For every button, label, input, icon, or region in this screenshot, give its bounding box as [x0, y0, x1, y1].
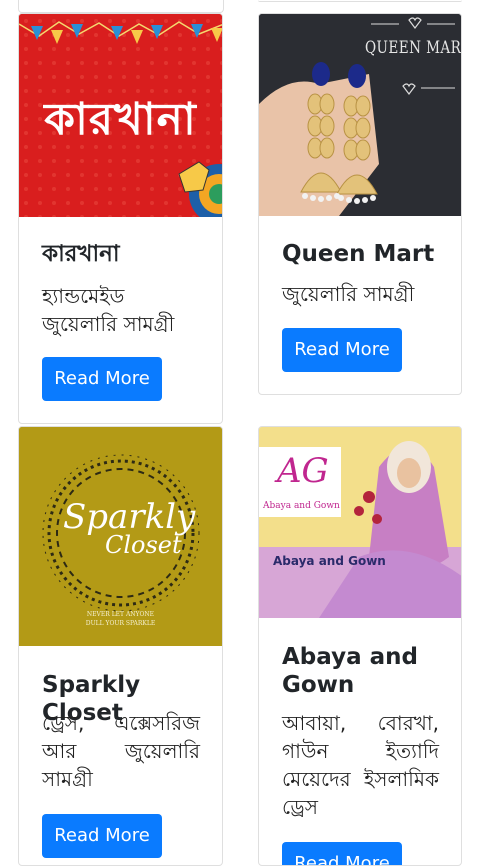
read-more-button[interactable]: Read More [282, 328, 402, 372]
karkhana-image[interactable]: কারখানা [19, 14, 222, 217]
shop-card-sparkly-closet: Sparkly Closet NEVER LET ANYONE DULL YOU… [18, 426, 223, 866]
previous-card-bottom-left [18, 0, 224, 13]
queen-mart-logo-text: QUEEN MART [365, 38, 461, 58]
sparkly-tagline2: DULL YOUR SPARKLE [85, 620, 156, 627]
karkhana-logo-text: কারখানা [44, 94, 197, 145]
abaya-and-gown-image[interactable]: AG Abaya and Gown Abaya and Gown [259, 427, 461, 618]
sparkly-logo-line2: Closet [105, 531, 182, 559]
card-title: Queen Mart [282, 241, 435, 267]
read-more-button[interactable]: Read More [282, 842, 402, 865]
queen-mart-image[interactable]: QUEEN MART [259, 14, 461, 216]
shop-card-abaya-and-gown: AG Abaya and Gown Abaya and Gown Abaya a… [258, 426, 462, 866]
card-description: জুয়েলারি সামগ্রী [282, 282, 415, 306]
shop-card-karkhana: কারখানা কারখানা হ্যান্ডমেইড জুয়েলারি সা… [18, 13, 223, 424]
abaya-banner-text: Abaya and Gown [273, 554, 386, 568]
read-more-button[interactable]: Read More [42, 814, 162, 858]
read-more-button[interactable]: Read More [42, 357, 162, 401]
card-description: হ্যান্ডমেইড জুয়েলারি সামগ্রী [42, 284, 175, 336]
card-title: কারখানা [42, 241, 120, 267]
card-title: Abaya and Gown [282, 644, 418, 698]
sparkly-closet-image[interactable]: Sparkly Closet NEVER LET ANYONE DULL YOU… [19, 427, 222, 646]
card-description: ড্রেস, এক্সেসরিজ আর জুয়েলারি সামগ্রী [42, 711, 200, 791]
sparkly-tagline1: NEVER LET ANYONE [86, 611, 155, 618]
abaya-logo-letters: AG [277, 451, 329, 491]
shop-card-queen-mart: QUEEN MART Queen Mart জুয়েলারি সামগ্রী … [258, 13, 462, 395]
previous-card-bottom-right [258, 0, 462, 2]
abaya-logo-caption: Abaya and Gown [263, 501, 340, 511]
card-description: আবায়া, বোরখা, গাউন ইত্যাদি মেয়েদের ইসল… [282, 711, 439, 819]
